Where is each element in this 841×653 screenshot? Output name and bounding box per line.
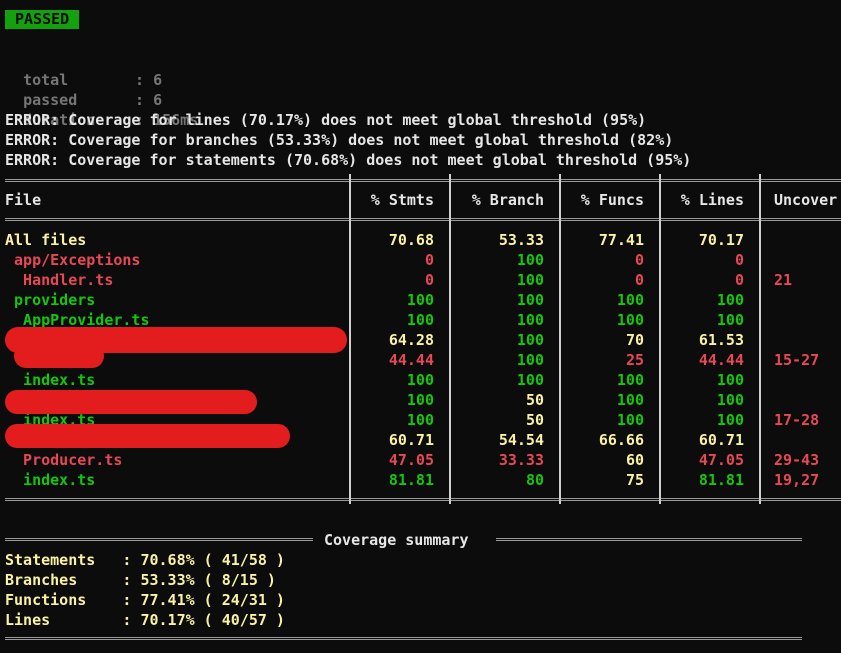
passed-line: passed: 6: [23, 91, 163, 109]
summary-branches: Branches : 53.33% ( 8/15 ): [5, 571, 276, 589]
file-cell: index.ts: [5, 471, 96, 489]
branch-cell: 100: [516, 371, 544, 389]
file-cell: Producer.ts: [5, 451, 123, 469]
stmts-cell: 0: [424, 251, 434, 269]
summary-statements: Statements : 70.68% ( 41/58 ): [5, 551, 285, 569]
stmts-cell: 70.68: [388, 231, 434, 249]
uncovered-cell: 17-28: [774, 411, 820, 429]
table-bottom-border: [5, 498, 841, 501]
error-statements-threshold: ERROR: Coverage for statements (70.68%) …: [5, 151, 692, 169]
header-lines: % Lines: [680, 191, 744, 209]
lines-cell: 0: [734, 251, 744, 269]
file-cell: index.ts: [5, 371, 96, 389]
summary-bottom-rule: [5, 637, 802, 640]
branch-cell: 80: [525, 471, 544, 489]
column-divider: [349, 174, 351, 504]
header-branch: % Branch: [471, 191, 544, 209]
funcs-cell: 70: [625, 331, 644, 349]
uncovered-cell: 21: [774, 271, 793, 289]
passed-value: 6: [153, 91, 163, 109]
funcs-cell: 100: [616, 311, 644, 329]
funcs-cell: 75: [625, 471, 644, 489]
uncovered-cell: 19,27: [774, 471, 820, 489]
total-line: total: 6: [23, 71, 163, 89]
funcs-cell: 100: [616, 391, 644, 409]
branch-cell: 100: [516, 331, 544, 349]
funcs-cell: 77.41: [598, 231, 644, 249]
summary-lines: Lines : 70.17% ( 40/57 ): [5, 611, 285, 629]
branch-cell: 50: [525, 411, 544, 429]
branch-cell: 100: [516, 291, 544, 309]
error-branches-threshold: ERROR: Coverage for branches (53.33%) do…: [5, 131, 674, 149]
lines-cell: 44.44: [698, 351, 744, 369]
branch-cell: 100: [516, 311, 544, 329]
stmts-cell: 64.28: [388, 331, 434, 349]
lines-cell: 61.53: [698, 331, 744, 349]
summary-rule-left: [5, 538, 313, 541]
summary-title: Coverage summary: [324, 531, 469, 549]
lines-cell: 100: [716, 371, 744, 389]
table-header-divider: [5, 218, 841, 221]
funcs-cell: 60: [625, 451, 644, 469]
funcs-cell: 66.66: [598, 431, 644, 449]
header-file: File: [5, 191, 42, 209]
redaction-mark: [14, 344, 104, 368]
column-divider: [559, 174, 561, 504]
stmts-cell: 47.05: [388, 451, 434, 469]
file-cell: All files: [5, 231, 87, 249]
file-cell: providers: [5, 291, 96, 309]
branch-cell: 33.33: [498, 451, 544, 469]
lines-cell: 100: [716, 311, 744, 329]
uncovered-cell: 15-27: [774, 351, 820, 369]
lines-cell: 47.05: [698, 451, 744, 469]
lines-cell: 0: [734, 271, 744, 289]
stmts-cell: 100: [406, 411, 434, 429]
stmts-cell: 100: [406, 371, 434, 389]
funcs-cell: 100: [616, 291, 644, 309]
branch-cell: 53.33: [498, 231, 544, 249]
stmts-cell: 100: [406, 391, 434, 409]
lines-cell: 70.17: [698, 231, 744, 249]
funcs-cell: 25: [625, 351, 644, 369]
branch-cell: 100: [516, 251, 544, 269]
lines-cell: 60.71: [698, 431, 744, 449]
branch-cell: 100: [516, 271, 544, 289]
column-divider: [659, 174, 661, 504]
lines-cell: 81.81: [698, 471, 744, 489]
branch-cell: 54.54: [498, 431, 544, 449]
branch-cell: 50: [525, 391, 544, 409]
redaction-mark: [5, 390, 257, 414]
funcs-cell: 100: [616, 411, 644, 429]
header-uncovered: Uncover: [774, 191, 838, 209]
header-stmts: % Stmts: [370, 191, 434, 209]
funcs-cell: 100: [616, 371, 644, 389]
lines-cell: 100: [716, 291, 744, 309]
summary-functions: Functions : 77.41% ( 24/31 ): [5, 591, 285, 609]
error-lines-threshold: ERROR: Coverage for lines (70.17%) does …: [5, 111, 647, 129]
lines-cell: 100: [716, 411, 744, 429]
stmts-cell: 44.44: [388, 351, 434, 369]
column-divider: [759, 174, 761, 504]
file-cell: Handler.ts: [5, 271, 114, 289]
total-value: 6: [153, 71, 163, 89]
uncovered-cell: 29-43: [774, 451, 820, 469]
stmts-cell: 100: [406, 311, 434, 329]
stmts-cell: 81.81: [388, 471, 434, 489]
funcs-cell: 0: [634, 271, 644, 289]
status-badge: PASSED: [5, 10, 80, 29]
header-funcs: % Funcs: [580, 191, 644, 209]
stmts-cell: 60.71: [388, 431, 434, 449]
duration-line: duration: 156ms: [23, 111, 199, 129]
stmts-cell: 0: [424, 271, 434, 289]
coverage-table: File % Stmts % Branch % Funcs % Lines Un…: [0, 170, 841, 510]
column-divider: [449, 174, 451, 504]
stmts-cell: 100: [406, 291, 434, 309]
file-cell: app/Exceptions: [5, 251, 141, 269]
branch-cell: 100: [516, 351, 544, 369]
funcs-cell: 0: [634, 251, 644, 269]
lines-cell: 100: [716, 391, 744, 409]
summary-rule-right: [496, 538, 802, 541]
redaction-mark: [5, 424, 290, 448]
table-top-border: [5, 179, 841, 182]
